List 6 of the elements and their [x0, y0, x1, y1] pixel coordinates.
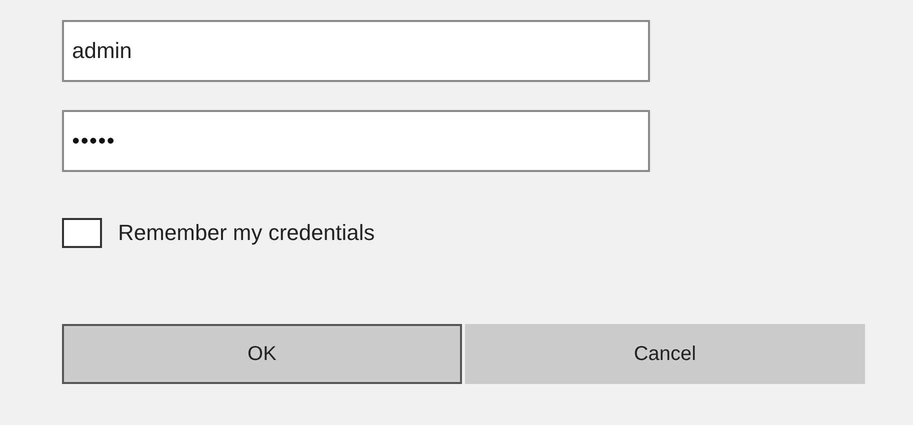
remember-checkbox[interactable]: [62, 218, 102, 248]
cancel-button[interactable]: Cancel: [465, 324, 865, 384]
password-field[interactable]: •••••: [62, 110, 650, 172]
username-field[interactable]: admin: [62, 20, 650, 82]
ok-button[interactable]: OK: [62, 324, 462, 384]
remember-label: Remember my credentials: [118, 219, 375, 247]
